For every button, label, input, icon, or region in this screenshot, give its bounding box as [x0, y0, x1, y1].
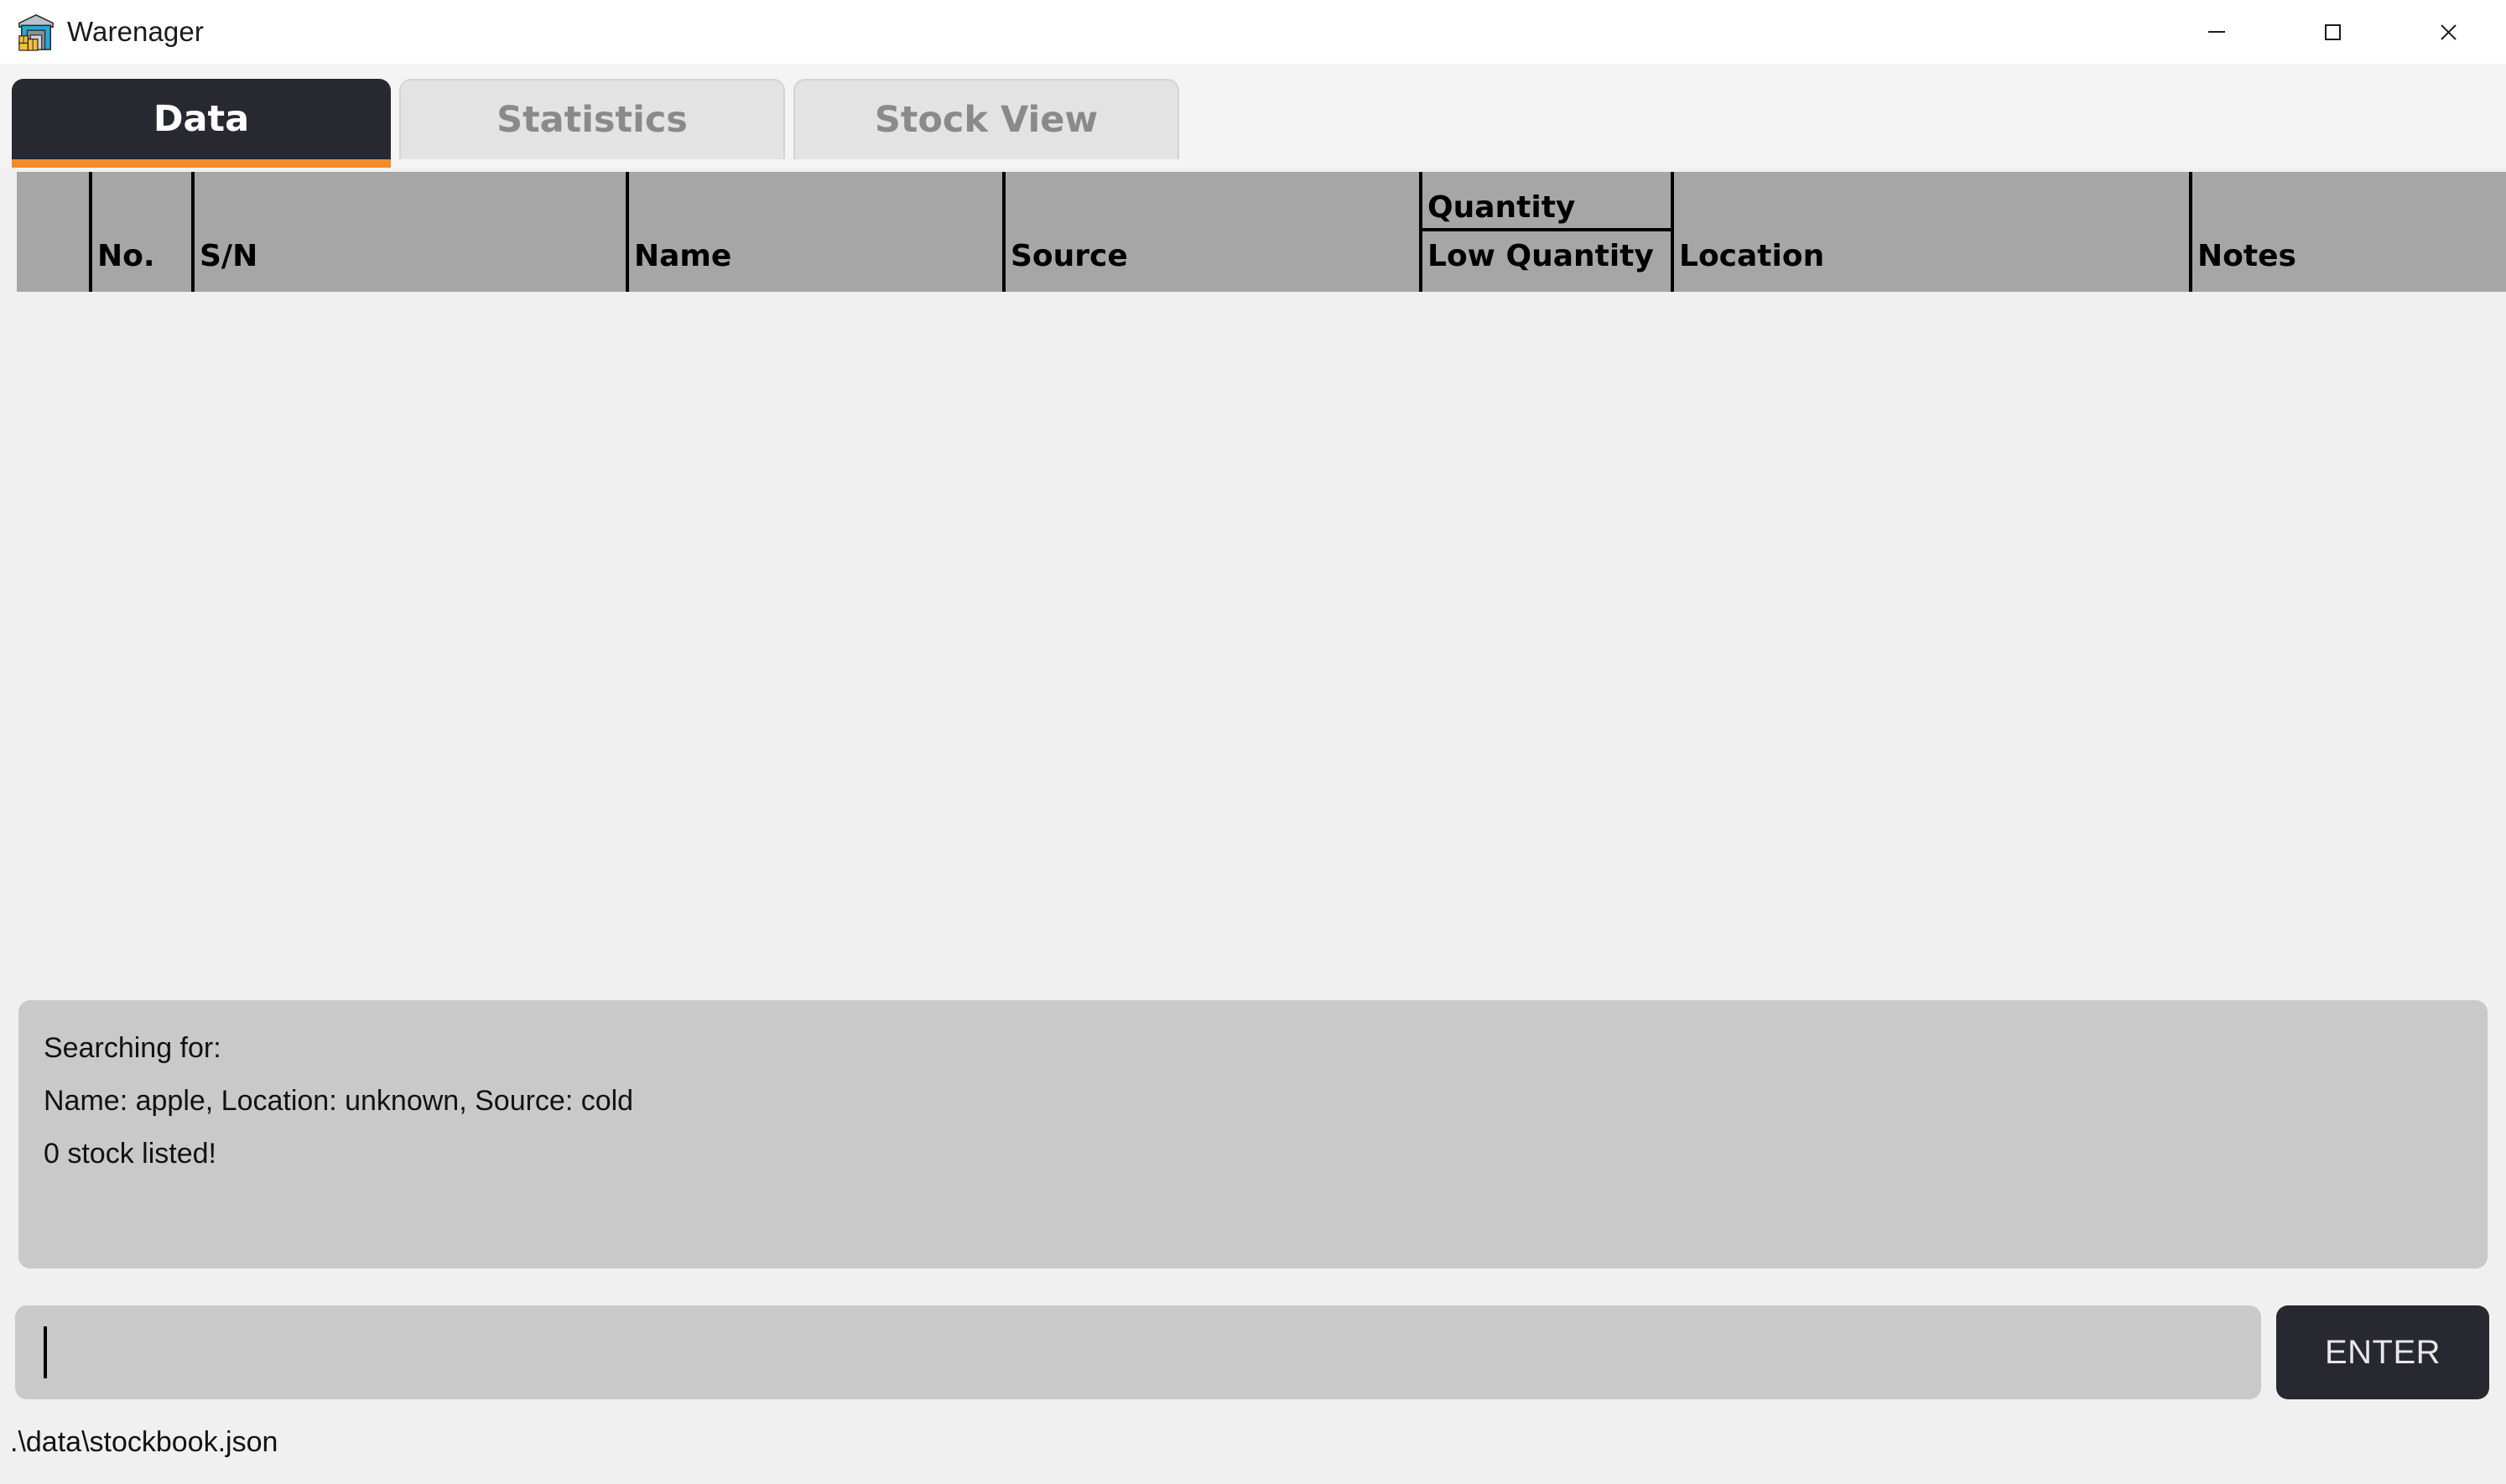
close-button[interactable]: [2390, 0, 2506, 64]
titlebar-left-group: Warenager: [0, 13, 2159, 51]
table-header-cell-select[interactable]: [17, 172, 89, 292]
table-header-label-notes: Notes: [2197, 239, 2296, 273]
window-title: Warenager: [67, 16, 204, 47]
minimize-icon: [2208, 31, 2225, 33]
table-header-label-low-quantity-wrap: Low Quantity: [1422, 231, 1671, 292]
table-header-cell-no[interactable]: No.: [89, 172, 191, 292]
table-body-empty: [0, 292, 2506, 979]
command-row: ENTER: [0, 1305, 2506, 1399]
table-header-label-quantity: Quantity: [1427, 190, 1576, 225]
table-header-label-sn: S/N: [200, 239, 258, 273]
enter-button[interactable]: ENTER: [2276, 1305, 2489, 1399]
tab-data[interactable]: Data: [12, 79, 391, 168]
table-header-label-quantity-wrap: Quantity: [1422, 172, 1671, 231]
table-header-cell-name[interactable]: Name: [626, 172, 1002, 292]
table-header-cell-location[interactable]: Location: [1674, 172, 2189, 292]
text-caret: [44, 1326, 47, 1378]
tab-strip: Data Statistics Stock View: [0, 64, 2506, 168]
tab-stock-view[interactable]: Stock View: [793, 79, 1179, 159]
window-controls: [2159, 0, 2506, 64]
tab-stock-view-label: Stock View: [874, 99, 1099, 141]
tab-data-label: Data: [153, 98, 250, 140]
status-line-1: Searching for:: [44, 1032, 221, 1064]
warehouse-icon: [18, 14, 54, 51]
table-header-cell-notes[interactable]: Notes: [2189, 172, 2506, 292]
table-header-label-location: Location: [1679, 239, 1825, 273]
maximize-icon: [2325, 24, 2341, 40]
table-header-label-source: Source: [1011, 239, 1128, 273]
table-header-row: No. S/N Name Source Quantity Low Quantit…: [17, 172, 2506, 292]
tab-statistics-label: Statistics: [497, 99, 688, 141]
status-line-3: 0 stock listed!: [44, 1138, 216, 1170]
table-header-label-no: No.: [97, 239, 155, 273]
app-window: Warenager Data Statistics Stock View No.…: [0, 0, 2506, 1484]
table-header-cell-sn[interactable]: S/N: [191, 172, 626, 292]
file-path-label: .\data\stockbook.json: [10, 1425, 278, 1458]
stock-table: No. S/N Name Source Quantity Low Quantit…: [0, 168, 2506, 979]
command-input[interactable]: [15, 1305, 2261, 1399]
status-line-2: Name: apple, Location: unknown, Source: …: [44, 1085, 634, 1117]
minimize-button[interactable]: [2159, 0, 2275, 64]
status-panel: Searching for: Name: apple, Location: un…: [18, 1000, 2488, 1269]
table-header-label-name: Name: [634, 239, 732, 273]
close-icon: [2441, 24, 2457, 40]
window-titlebar: Warenager: [0, 0, 2506, 64]
table-header-label-low-quantity: Low Quantity: [1427, 239, 1654, 273]
table-header-cell-source[interactable]: Source: [1002, 172, 1436, 292]
maximize-button[interactable]: [2275, 0, 2390, 64]
enter-button-label: ENTER: [2324, 1333, 2441, 1371]
table-header-cell-quantity[interactable]: Quantity Low Quantity: [1419, 172, 1674, 292]
tab-statistics[interactable]: Statistics: [399, 79, 785, 159]
